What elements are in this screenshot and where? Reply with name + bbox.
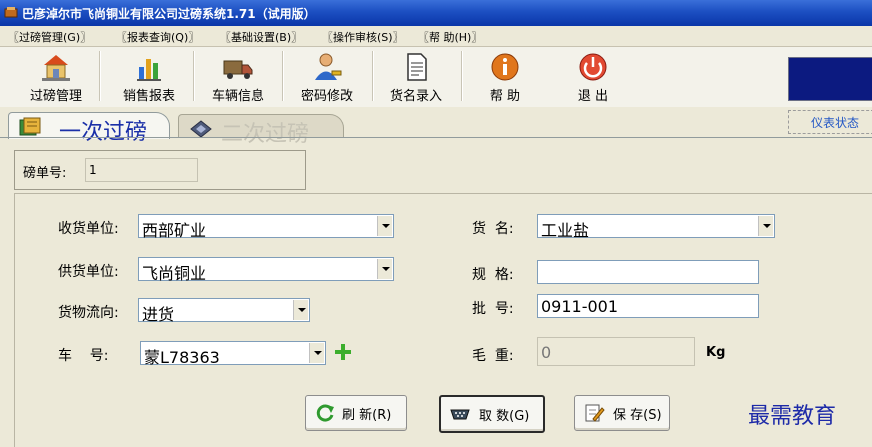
scale-house-icon [42, 55, 70, 81]
batch-number-value: 0911-001 [541, 297, 619, 316]
menu-basic-settings[interactable]: 〖基础设置(B)〗 [220, 29, 302, 45]
receiver-label: 收货单位: [58, 221, 119, 237]
goods-name-value: 工业盐 [541, 221, 590, 240]
book-icon [19, 117, 41, 136]
toolbar-separator [99, 51, 101, 101]
toolbar-password-label: 密码修改 [300, 89, 353, 104]
vehicle-number-value: 蒙L78363 [144, 348, 220, 367]
refresh-label: 刷 新(R) [342, 408, 392, 423]
gross-weight-field: 0 [537, 337, 695, 366]
toolbar: 过磅管理 销售报表 车辆信息 密码修改 货名录入 帮 助 退 出 [0, 47, 872, 108]
gross-weight-label: 毛 重: [472, 348, 514, 364]
toolbar-sales-report-label: 销售报表 [122, 89, 175, 104]
title-bar: 巴彦淖尔市飞尚铜业有限公司过磅系统1.71（试用版） [0, 0, 872, 26]
supplier-select[interactable]: 飞尚铜业 [138, 257, 394, 283]
spec-label: 规 格: [472, 267, 514, 283]
tab-first-weighing-label: 一次过磅 [59, 120, 148, 145]
fetch-data-button[interactable]: 取 数(G) [439, 395, 545, 433]
toolbar-weighing-label: 过磅管理 [29, 89, 82, 104]
add-vehicle-icon[interactable] [335, 344, 351, 360]
menu-audit[interactable]: 〖操作审核(S)〗 [322, 29, 404, 45]
ticket-number-value: 1 [89, 163, 97, 177]
menu-bar: 〖过磅管理(G)〗 〖报表查询(Q)〗 〖基础设置(B)〗 〖操作审核(S)〗 … [0, 26, 872, 47]
toolbar-goods-entry-button[interactable]: 货名录入 [376, 49, 456, 104]
refresh-icon [316, 404, 334, 422]
toolbar-vehicle-info-label: 车辆信息 [211, 89, 264, 104]
receiver-select[interactable]: 西部矿业 [138, 214, 394, 240]
menu-report-query[interactable]: 〖报表查询(Q)〗 [116, 29, 199, 45]
batch-number-input[interactable]: 0911-001 [537, 294, 759, 318]
flow-direction-label: 货物流向: [58, 305, 119, 321]
serial-port-icon [450, 409, 470, 420]
toolbar-separator [193, 51, 195, 101]
save-button[interactable]: 保 存(S) [574, 395, 670, 431]
flow-direction-value: 进货 [142, 305, 175, 324]
power-icon [579, 53, 607, 81]
app-icon [4, 7, 18, 18]
weight-display-panel [788, 57, 872, 101]
edit-document-icon [585, 404, 605, 422]
toolbar-password-button[interactable]: 密码修改 [287, 49, 367, 104]
toolbar-exit-label: 退 出 [577, 89, 609, 104]
gross-weight-unit: Kg [706, 345, 726, 360]
ticket-number-group: 磅单号: 1 [14, 150, 306, 190]
user-key-icon [315, 53, 342, 80]
goods-name-select[interactable]: 工业盐 [537, 214, 775, 240]
spec-input[interactable] [537, 260, 759, 284]
refresh-button[interactable]: 刷 新(R) [305, 395, 407, 431]
toolbar-separator [372, 51, 374, 101]
toolbar-goods-entry-label: 货名录入 [389, 89, 442, 104]
chevron-down-icon[interactable] [377, 259, 392, 279]
vehicle-number-select[interactable]: 蒙L78363 [140, 341, 326, 367]
chevron-down-icon[interactable] [309, 343, 324, 363]
fetch-data-label: 取 数(G) [479, 409, 530, 424]
flow-direction-select[interactable]: 进货 [138, 298, 310, 324]
ticket-number-field: 1 [85, 158, 198, 182]
gauge-status-label: 仪表状态 [811, 116, 860, 130]
toolbar-sales-report-button[interactable]: 销售报表 [109, 49, 189, 104]
tab-first-weighing[interactable]: 一次过磅 [8, 112, 170, 145]
receiver-value: 西部矿业 [142, 221, 207, 240]
toolbar-weighing-button[interactable]: 过磅管理 [16, 49, 96, 104]
menu-help[interactable]: 〖帮 助(H)〗 [418, 29, 482, 45]
truck-icon [223, 60, 253, 79]
tab-second-weighing[interactable]: 二次过磅 [178, 114, 344, 147]
card-icon [190, 120, 212, 138]
tab-second-weighing-label: 二次过磅 [221, 122, 310, 147]
toolbar-separator [461, 51, 463, 101]
document-icon [407, 53, 427, 81]
toolbar-help-button[interactable]: 帮 助 [465, 49, 545, 104]
gross-weight-value: 0 [541, 343, 552, 362]
gauge-status-indicator: 仪表状态 [788, 110, 872, 134]
toolbar-help-label: 帮 助 [489, 89, 521, 104]
watermark-text: 最需教育 [748, 404, 837, 429]
goods-name-label: 货 名: [472, 221, 514, 237]
chevron-down-icon[interactable] [293, 300, 308, 320]
toolbar-exit-button[interactable]: 退 出 [553, 49, 633, 104]
vehicle-number-label: 车 号: [58, 348, 109, 364]
ticket-number-label: 磅单号: [23, 166, 67, 181]
chevron-down-icon[interactable] [758, 216, 773, 236]
bar-chart-icon [137, 59, 161, 81]
save-label: 保 存(S) [613, 408, 662, 423]
supplier-label: 供货单位: [58, 264, 119, 280]
toolbar-vehicle-info-button[interactable]: 车辆信息 [198, 49, 278, 104]
info-icon [491, 53, 519, 81]
chevron-down-icon[interactable] [377, 216, 392, 236]
batch-number-label: 批 号: [472, 301, 514, 317]
menu-weighing[interactable]: 〖过磅管理(G)〗 [8, 29, 91, 45]
toolbar-separator [282, 51, 284, 101]
supplier-value: 飞尚铜业 [142, 264, 207, 283]
window-title: 巴彦淖尔市飞尚铜业有限公司过磅系统1.71（试用版） [22, 7, 316, 21]
tab-divider [0, 137, 872, 138]
